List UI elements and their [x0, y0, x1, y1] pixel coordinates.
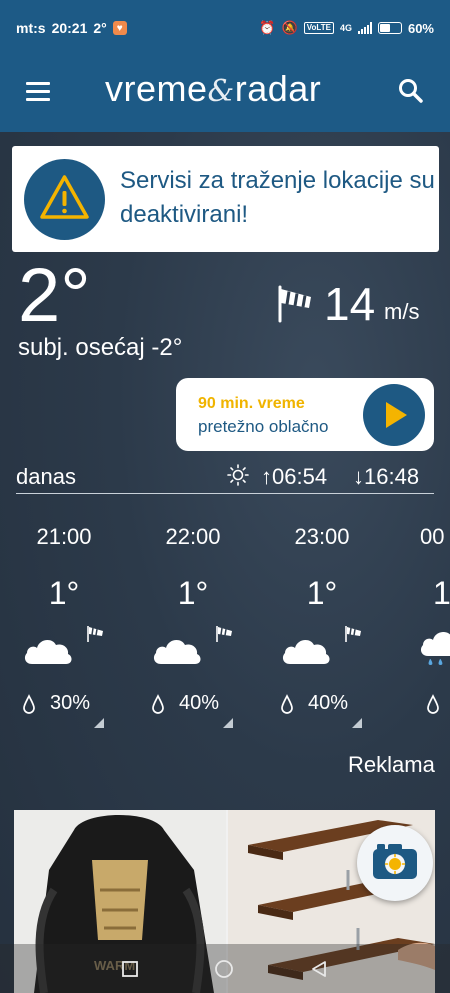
expand-corner-icon: [94, 718, 104, 728]
system-navigation-bar: [0, 944, 450, 993]
precipitation-chance: 40%: [179, 692, 220, 714]
app-bar: vreme&radar: [0, 56, 450, 132]
precipitation-drop-icon: [152, 694, 164, 714]
play-icon: [386, 402, 407, 428]
expand-corner-icon: [352, 718, 362, 728]
volte-badge: VoLTE: [303, 22, 334, 34]
expand-corner-icon: [223, 718, 233, 728]
precipitation-chance: 40%: [308, 692, 349, 714]
app-logo: vreme&radar: [105, 68, 322, 109]
alert-message: Servisi za traženje lokacije su deaktivi…: [120, 167, 435, 228]
warning-icon: [40, 175, 89, 219]
sun-icon: [227, 464, 249, 486]
menu-button[interactable]: [24, 80, 54, 104]
ad-label: Reklama: [348, 752, 435, 777]
hour-time: 00: [420, 524, 445, 549]
battery-percent: 60%: [407, 20, 434, 36]
feels-like: subj. osećaj -2°: [18, 334, 183, 361]
status-bar: mt:s 20:21 2° ♥ ⏰ 🔕 VoLTE 4G 60%: [0, 0, 450, 56]
hour-temperature: 1°: [306, 575, 338, 611]
clock: 20:21: [51, 20, 88, 36]
home-icon[interactable]: [214, 959, 234, 979]
alert-badge: [24, 159, 105, 240]
sunset-time: ↓16:48: [353, 464, 420, 489]
wind-unit: m/s: [384, 299, 420, 324]
cloud-icon: [153, 639, 201, 664]
nowcast-play-button[interactable]: [363, 384, 425, 446]
hour-time: 21:00: [36, 524, 92, 549]
notification-heart-icon: ♥: [112, 21, 127, 35]
nowcast-title: 90 min. vreme: [198, 395, 305, 412]
windsock-icon: [278, 285, 311, 323]
network-type: 4G: [339, 23, 352, 33]
status-temp: 2°: [93, 20, 107, 36]
rain-cloud-icon: [420, 632, 450, 665]
precipitation-chance: 30%: [50, 692, 91, 714]
back-icon[interactable]: [310, 960, 328, 978]
hamburger-icon: [26, 82, 50, 85]
hour-temperature: 1: [433, 575, 450, 611]
current-temperature: 2°: [18, 253, 91, 338]
recent-apps-icon[interactable]: [121, 960, 139, 978]
windsock-icon: [216, 626, 232, 642]
precipitation-drop-icon: [23, 694, 35, 714]
hourly-item-partial[interactable]: 00 1: [391, 520, 450, 730]
day-header: danas ↑06:54 ↓16:48: [16, 462, 434, 494]
hour-time: 23:00: [294, 524, 350, 549]
nowcast-card[interactable]: 90 min. vreme pretežno oblačno: [176, 378, 434, 451]
windsock-icon: [87, 626, 103, 642]
precipitation-drop-icon: [427, 694, 439, 714]
hour-time: 22:00: [165, 524, 221, 549]
day-label: danas: [16, 464, 76, 489]
precipitation-drop-icon: [281, 694, 293, 714]
cloud-icon: [282, 639, 330, 664]
cloud-icon: [24, 639, 72, 664]
sunrise-time: ↑06:54: [261, 464, 328, 489]
mute-icon: 🔕: [281, 20, 298, 35]
location-disabled-alert[interactable]: Servisi za traženje lokacije su deaktivi…: [12, 146, 439, 252]
search-icon: [399, 79, 423, 103]
camera-button[interactable]: [357, 825, 433, 901]
hourly-item[interactable]: 21:00 1° 30%: [4, 520, 124, 730]
alarm-icon: ⏰: [259, 20, 276, 35]
carrier-label: mt:s: [16, 20, 46, 36]
hour-temperature: 1°: [48, 575, 80, 611]
wind-speed: 14: [324, 278, 376, 330]
hourly-item[interactable]: 22:00 1° 40%: [133, 520, 253, 730]
windsock-icon: [345, 626, 361, 642]
camera-icon: [373, 844, 417, 879]
hourly-item[interactable]: 23:00 1° 40%: [262, 520, 382, 730]
battery-icon: [377, 22, 402, 34]
signal-icon: [357, 22, 372, 34]
nowcast-description: pretežno oblačno: [198, 417, 329, 436]
search-button[interactable]: [396, 76, 426, 106]
hour-temperature: 1°: [177, 575, 209, 611]
